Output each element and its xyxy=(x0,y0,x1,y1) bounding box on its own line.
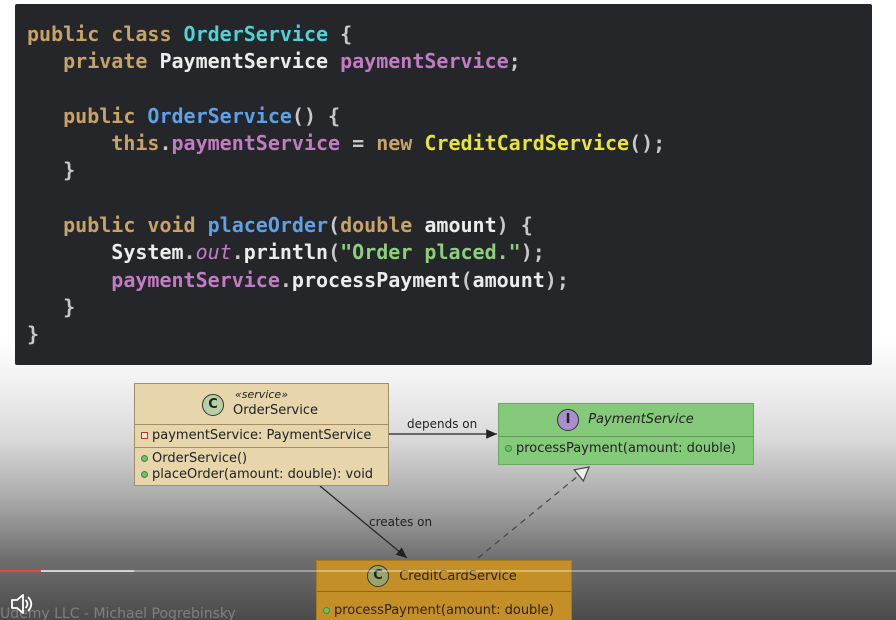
uml-arrows xyxy=(319,429,590,559)
interface-method: processPayment(amount: double) xyxy=(499,441,753,457)
credit-card-service-class: C CreditCardService processPayment(amoun… xyxy=(316,560,572,620)
payment-service-interface: I PaymentService processPayment(amount: … xyxy=(498,403,754,465)
class-field: paymentService: PaymentService xyxy=(135,428,388,444)
implements-arrow xyxy=(477,466,590,559)
video-progress-bar[interactable] xyxy=(0,570,896,572)
order-service-class: C «service» OrderService paymentService:… xyxy=(134,383,389,486)
stereotype-label: «service» xyxy=(235,388,288,401)
class-method: placeOrder(amount: double): void xyxy=(135,467,388,483)
public-method-icon xyxy=(505,445,512,452)
public-method-icon xyxy=(141,455,148,462)
private-field-icon xyxy=(141,432,148,439)
class-name: OrderService xyxy=(233,403,318,418)
progress-played xyxy=(0,570,42,572)
creates-on-label: creates on xyxy=(369,515,433,529)
interface-name: PaymentService xyxy=(588,412,694,427)
public-method-icon xyxy=(141,471,148,478)
depends-on-label: depends on xyxy=(407,417,478,431)
class-method: processPayment(amount: double) xyxy=(317,603,571,619)
public-method-icon xyxy=(323,607,330,614)
course-credit: Udemy LLC - Michael Pogrebinsky xyxy=(0,606,236,620)
class-method: OrderService() xyxy=(135,451,388,467)
